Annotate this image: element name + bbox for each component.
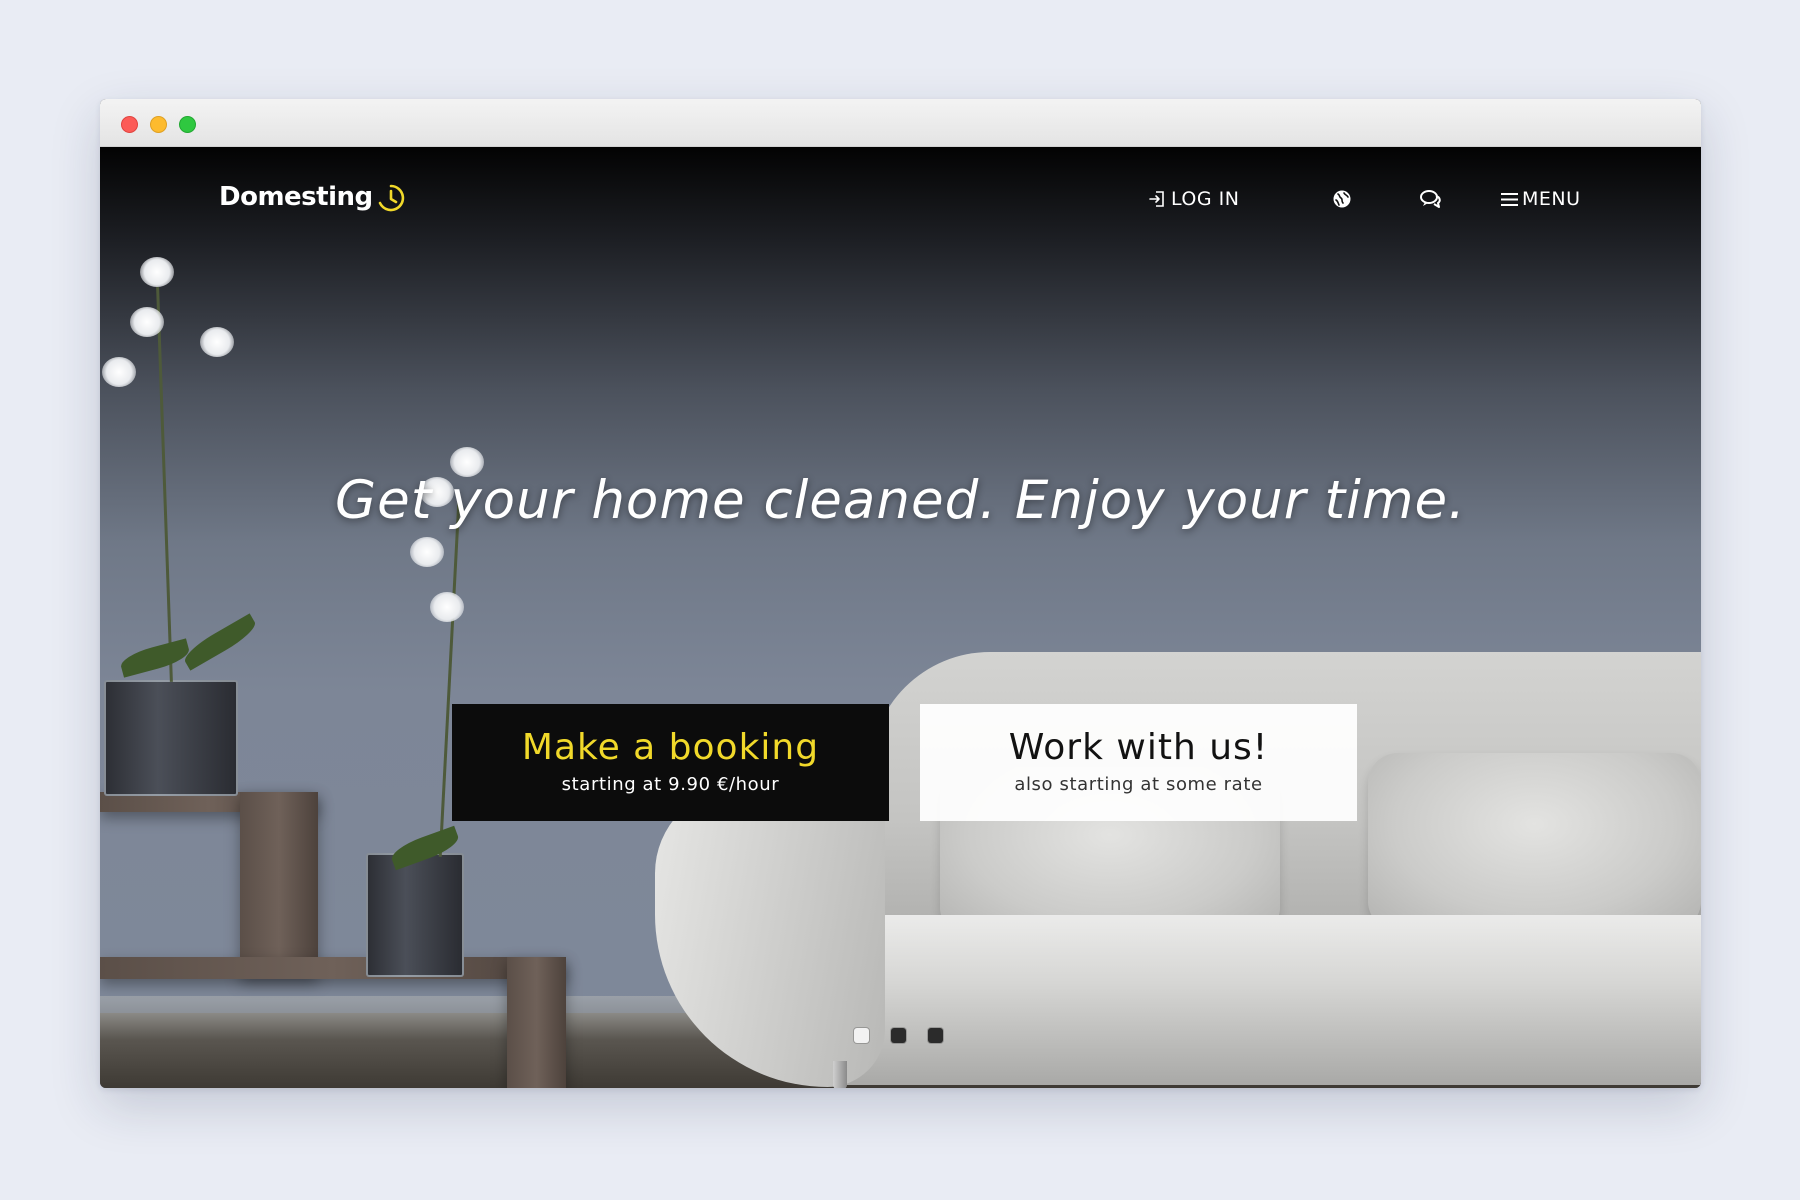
login-button[interactable]: LOG IN [1148,188,1239,210]
wooden-shelf-bottom-leg [507,957,566,1088]
make-booking-button[interactable]: Make a booking starting at 9.90 €/hour [452,704,889,821]
sofa-cushion [1368,753,1701,931]
work-subtitle: also starting at some rate [1014,774,1263,795]
plant-pot-middle [366,853,464,977]
sofa-seat [760,915,1701,1085]
minimize-window-button[interactable] [150,116,167,133]
globe-icon [1333,190,1351,208]
wooden-shelf-leg [240,792,318,977]
carousel-dot-3[interactable] [928,1028,943,1043]
plant-leaf [118,638,192,678]
wooden-shelf-bottom [100,957,566,979]
window-titlebar [100,99,1701,147]
hamburger-icon [1501,192,1518,206]
orchid-flower [430,592,464,622]
carousel-dot-2[interactable] [891,1028,906,1043]
login-icon [1149,191,1164,207]
chat-bubbles-icon [1420,190,1441,208]
browser-window: Domesting LOG IN MENU Get your home clea… [100,99,1701,1088]
orchid-flower [200,327,234,357]
close-window-button[interactable] [121,116,138,133]
work-with-us-button[interactable]: Work with us! also starting at some rate [920,704,1357,821]
plant-pot-left [104,680,238,796]
booking-subtitle: starting at 9.90 €/hour [561,774,780,795]
orchid-flower [140,257,174,287]
hero-section: Domesting LOG IN MENU Get your home clea… [100,147,1701,1088]
clock-icon [378,184,404,212]
login-label: LOG IN [1171,188,1240,210]
sofa-leg [833,1061,847,1088]
work-title: Work with us! [1008,727,1269,768]
booking-title: Make a booking [521,727,820,768]
orchid-flower [410,537,444,567]
chat-button[interactable] [1419,189,1443,209]
orchid-flower [130,307,164,337]
menu-button[interactable]: MENU [1501,188,1581,210]
orchid-flower [102,357,136,387]
language-button[interactable] [1332,189,1352,209]
plant-leaf [180,613,260,671]
hero-headline: Get your home cleaned. Enjoy your time. [335,470,1466,531]
brand-name: Domesting [219,182,373,212]
maximize-window-button[interactable] [179,116,196,133]
brand-logo[interactable]: Domesting [219,181,406,213]
carousel-dot-1[interactable] [854,1028,869,1043]
carousel-pager [854,1028,943,1043]
menu-label: MENU [1522,188,1581,210]
